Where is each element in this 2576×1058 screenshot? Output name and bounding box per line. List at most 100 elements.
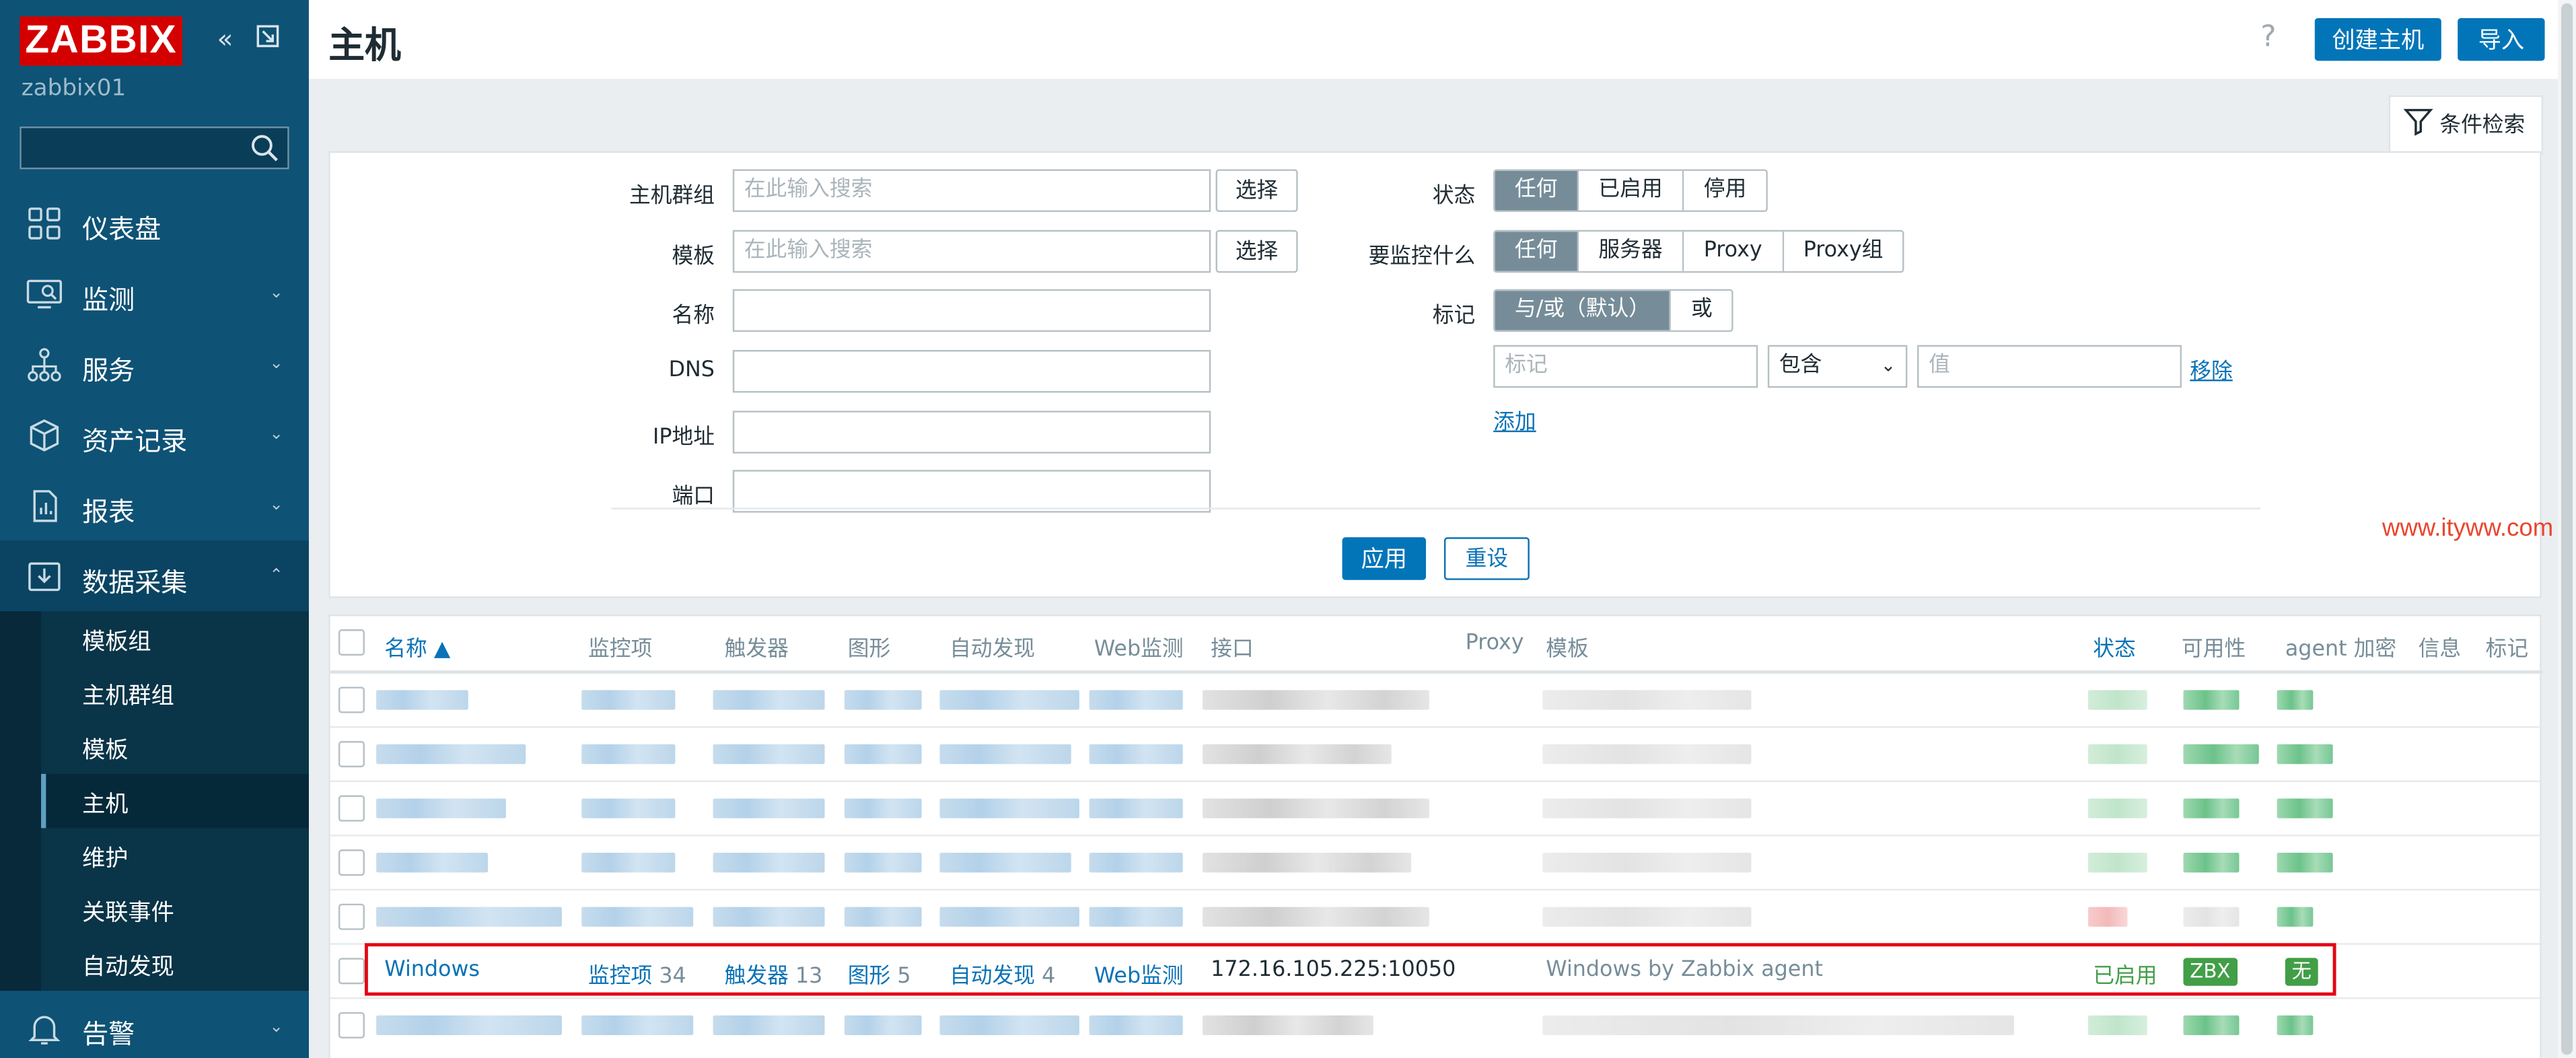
status-enabled-option[interactable]: 已启用 <box>1579 170 1684 211</box>
tag-value-input[interactable]: 值 <box>1917 345 2182 388</box>
redacted-text <box>2277 1015 2314 1036</box>
ip-input[interactable] <box>732 411 1211 454</box>
nav-item-monitoring[interactable]: 监测 ⌄ <box>0 258 309 328</box>
apply-button[interactable]: 应用 <box>1342 537 1427 580</box>
create-host-button[interactable]: 创建主机 <box>2314 17 2441 61</box>
filter-divider <box>611 507 2261 509</box>
row-checkbox[interactable] <box>338 1012 365 1038</box>
redacted-text <box>844 1015 922 1036</box>
redacted-text <box>376 1015 562 1036</box>
sidebar: ZABBIX « zabbix01 仪表盘 监测 ⌄ 服务 ⌄ 资产记录 ⌄ 报… <box>0 0 309 1058</box>
table-row <box>330 890 2544 945</box>
remove-tag-link[interactable]: 移除 <box>2190 353 2233 385</box>
sidebar-search-input[interactable] <box>20 126 289 170</box>
nav-item-services[interactable]: 服务 ⌄ <box>0 328 309 399</box>
submenu-event-correlation[interactable]: 关联事件 <box>0 882 309 937</box>
row-checkbox[interactable] <box>338 686 365 713</box>
monitored-proxy-group-option[interactable]: Proxy组 <box>1783 232 1903 271</box>
ip-label: IP地址 <box>652 425 715 450</box>
submenu-host-groups[interactable]: 主机群组 <box>0 665 309 720</box>
redacted-text <box>581 690 676 710</box>
nav-item-label: 告警 <box>82 1018 135 1050</box>
page-scrollbar[interactable] <box>2558 0 2576 1058</box>
data-collection-submenu: 模板组 主机群组 模板 主机 维护 关联事件 自动发现 <box>0 611 309 991</box>
submenu-maintenance[interactable]: 维护 <box>0 828 309 882</box>
redacted-text <box>1542 690 1752 710</box>
select-all-checkbox[interactable] <box>338 629 365 656</box>
status-any-option[interactable]: 任何 <box>1495 170 1579 211</box>
redacted-text <box>939 1015 1079 1036</box>
redacted-text <box>939 907 1079 927</box>
name-input[interactable] <box>732 289 1211 332</box>
bell-icon <box>26 1010 63 1047</box>
tag-input[interactable]: 标记 <box>1493 345 1758 388</box>
col-status[interactable]: 状态 <box>2093 631 2136 662</box>
submenu-templates[interactable]: 模板 <box>0 719 309 774</box>
tags-or-option[interactable]: 或 <box>1671 291 1733 330</box>
reset-button[interactable]: 重设 <box>1443 537 1530 580</box>
filter-tab[interactable]: 条件检索 <box>2388 95 2544 155</box>
redacted-text <box>1542 744 1752 765</box>
redacted-text <box>713 1015 825 1036</box>
data-collection-icon <box>26 559 63 595</box>
kiosk-mode-icon[interactable] <box>253 23 283 56</box>
nav-item-dashboards[interactable]: 仪表盘 <box>0 187 309 258</box>
col-name[interactable]: 名称 ▲ <box>384 631 450 662</box>
redacted-text <box>581 1015 694 1036</box>
help-icon[interactable]: ? <box>2260 20 2276 54</box>
tags-and-or-option[interactable]: 与/或（默认） <box>1495 291 1672 330</box>
redacted-text <box>1203 690 1429 710</box>
highlight-box <box>364 943 2336 996</box>
nav-item-reports[interactable]: 报表 ⌄ <box>0 470 309 540</box>
scrollbar-thumb[interactable] <box>2561 3 2573 1055</box>
chevron-down-icon: ⌄ <box>269 496 283 515</box>
monitored-any-option[interactable]: 任何 <box>1495 232 1579 271</box>
redacted-text <box>1089 798 1183 818</box>
row-checkbox[interactable] <box>338 903 365 930</box>
filter-tab-label: 条件检索 <box>2439 113 2526 139</box>
submenu-hosts[interactable]: 主机 <box>0 773 309 828</box>
host-groups-input[interactable]: 在此输入搜索 <box>732 169 1211 212</box>
import-button[interactable]: 导入 <box>2458 17 2545 61</box>
submenu-label: 关联事件 <box>82 900 174 927</box>
submenu-template-groups[interactable]: 模板组 <box>0 611 309 666</box>
chevron-down-icon: ⌄ <box>269 284 283 303</box>
row-checkbox[interactable] <box>338 849 365 876</box>
templates-input[interactable]: 在此输入搜索 <box>732 230 1211 273</box>
status-disabled-option[interactable]: 停用 <box>1684 170 1766 211</box>
redacted-text <box>844 907 922 927</box>
monitored-server-option[interactable]: 服务器 <box>1579 232 1684 271</box>
chevron-down-icon: ⌄ <box>269 425 283 444</box>
zabbix-logo[interactable]: ZABBIX <box>20 16 182 66</box>
col-templates: 模板 <box>1546 637 1589 662</box>
redacted-text <box>2277 907 2314 927</box>
nav-item-data-collection[interactable]: 数据采集 ⌃ <box>0 540 309 612</box>
col-web: Web监测 <box>1094 637 1184 662</box>
redacted-text <box>581 907 694 927</box>
dns-input[interactable] <box>732 349 1211 393</box>
filter-panel: 主机群组 在此输入搜索 选择 模板 在此输入搜索 选择 名称 DNS IP地址 … <box>328 151 2542 598</box>
collapse-sidebar-icon[interactable]: « <box>210 23 240 56</box>
redacted-text <box>939 690 1079 710</box>
row-checkbox[interactable] <box>338 958 365 985</box>
redacted-text <box>376 853 489 873</box>
redacted-text <box>1542 1015 2015 1036</box>
redacted-text <box>844 744 922 765</box>
nav-item-alerts[interactable]: 告警 ⌄ <box>0 992 309 1058</box>
search-icon[interactable] <box>250 133 279 170</box>
redacted-text <box>1203 853 1412 873</box>
main-nav: 仪表盘 监测 ⌄ 服务 ⌄ 资产记录 ⌄ 报表 ⌄ 数据采集 ⌃ 模板组 主机群… <box>0 187 309 991</box>
inventory-icon <box>26 417 63 454</box>
port-input[interactable] <box>732 470 1211 513</box>
submenu-discovery[interactable]: 自动发现 <box>0 936 309 991</box>
redacted-text <box>1089 744 1183 765</box>
redacted-text <box>376 690 468 710</box>
nav-item-inventory[interactable]: 资产记录 ⌄ <box>0 399 309 470</box>
table-row <box>330 728 2544 783</box>
row-checkbox[interactable] <box>338 795 365 822</box>
monitored-proxy-option[interactable]: Proxy <box>1684 232 1784 271</box>
redacted-text <box>1203 1015 1373 1036</box>
row-checkbox[interactable] <box>338 741 365 768</box>
add-tag-link[interactable]: 添加 <box>1493 404 1536 435</box>
tag-operator-select[interactable]: 包含 ⌄ <box>1767 345 1908 388</box>
